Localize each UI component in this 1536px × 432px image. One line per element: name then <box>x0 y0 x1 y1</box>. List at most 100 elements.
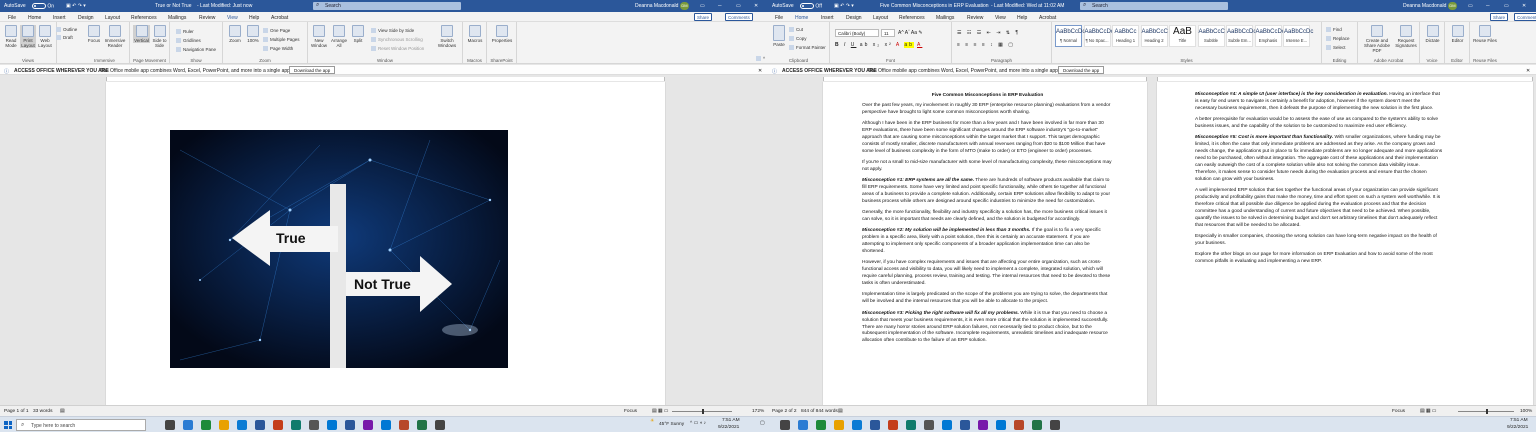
dictate-button[interactable]: Dictate <box>1423 25 1442 43</box>
save-icon[interactable]: ▣ ↶ ↷ ▾ <box>66 3 86 9</box>
share-button[interactable]: Share <box>694 13 713 21</box>
windows-start-icon[interactable] <box>4 421 12 429</box>
focus-button[interactable]: Focus <box>86 25 102 43</box>
true-not-true-image[interactable]: True Not True <box>170 130 508 368</box>
maximize-icon[interactable]: ▭ <box>1504 3 1509 9</box>
taskbar-app-icon[interactable] <box>906 420 916 430</box>
ruler-checkbox[interactable]: Ruler <box>176 29 194 34</box>
print-layout-button[interactable]: Print Layout <box>20 25 36 48</box>
style-8[interactable]: AaBbCcDc Intense E... <box>1283 25 1313 47</box>
style-7[interactable]: AaBbCcDc Emphasis <box>1254 25 1285 47</box>
vertical-button[interactable]: Vertical <box>133 25 150 43</box>
taskbar-app-icon[interactable] <box>978 420 988 430</box>
tab-layout[interactable]: Layout <box>105 15 120 21</box>
minimize-icon[interactable]: ─ <box>718 3 722 9</box>
zoom-level[interactable]: 100% <box>1520 409 1532 414</box>
style-3[interactable]: AaBbCcC Heading 2 <box>1140 25 1168 47</box>
copy-button[interactable]: Copy <box>789 36 807 41</box>
taskbar-app-icon[interactable] <box>435 420 445 430</box>
taskbar-app-icon[interactable] <box>345 420 355 430</box>
synchronous-scrolling-button[interactable]: Synchronous Scrolling <box>371 37 423 42</box>
maximize-icon[interactable]: ▭ <box>736 3 741 9</box>
avatar[interactable]: DM <box>1448 2 1457 10</box>
draft-button[interactable]: Draft <box>56 35 73 40</box>
tab-file[interactable]: File <box>775 15 783 21</box>
switch-windows-button[interactable]: Switch Windows <box>436 25 458 48</box>
tab-references[interactable]: References <box>899 15 925 21</box>
tab-acrobat[interactable]: Acrobat <box>1039 15 1056 21</box>
select-button[interactable]: Select <box>1326 45 1346 50</box>
document-page-2[interactable]: Misconception #4: A simple UI (user inte… <box>1157 82 1533 405</box>
taskbar-app-icon[interactable] <box>888 420 898 430</box>
taskbar-app-icon[interactable] <box>1032 420 1042 430</box>
properties-button[interactable]: Properties <box>490 25 514 43</box>
tab-help[interactable]: Help <box>1017 15 1027 21</box>
tab-insert[interactable]: Insert <box>821 15 834 21</box>
gridlines-checkbox[interactable]: Gridlines <box>176 38 201 43</box>
view-buttons[interactable]: ▤ ▦ ▭ <box>1420 409 1436 414</box>
navigation-pane-checkbox[interactable]: Navigation Pane <box>176 47 216 52</box>
view-buttons[interactable]: ▤ ▦ ▭ <box>652 409 668 414</box>
align-buttons[interactable]: ≡ ≡ ≡ ≡ ↕ ▦ ▢ <box>957 42 1015 48</box>
clock-date-left[interactable]: 9/22/2021 <box>718 425 739 430</box>
tab-references[interactable]: References <box>131 15 157 21</box>
style-5[interactable]: AaBbCcC Subtitle <box>1197 25 1225 47</box>
one-page-button[interactable]: One Page <box>263 28 290 33</box>
taskbar-app-icon[interactable] <box>219 420 229 430</box>
page-count[interactable]: Page 2 of 2 <box>772 409 797 414</box>
font-size-select[interactable]: 11 <box>881 29 895 37</box>
taskbar-app-icon[interactable] <box>309 420 319 430</box>
tab-home[interactable]: Home <box>28 15 41 21</box>
taskbar-app-icon[interactable] <box>1050 420 1060 430</box>
proofing-icon[interactable]: ▤ <box>838 409 843 414</box>
font-family-select[interactable]: Calibri (Body) <box>835 29 879 37</box>
tab-mailings[interactable]: Mailings <box>168 15 186 21</box>
reuse-files-button[interactable]: Reuse Files <box>1473 25 1497 43</box>
minimize-icon[interactable]: ─ <box>1486 3 1490 9</box>
proofing-icon[interactable]: ▤ <box>60 409 65 414</box>
tab-layout[interactable]: Layout <box>873 15 888 21</box>
view-side-by-side-button[interactable]: View Side by Side <box>371 28 414 33</box>
taskbar-app-icon[interactable] <box>960 420 970 430</box>
tab-insert[interactable]: Insert <box>53 15 66 21</box>
editor-button[interactable]: Editor <box>1448 25 1467 43</box>
weather-icon[interactable]: ☀ <box>650 419 654 424</box>
taskbar-app-icon[interactable] <box>996 420 1006 430</box>
weather-text[interactable]: 45°F Sunny <box>659 422 684 427</box>
tab-view[interactable]: View <box>995 15 1006 21</box>
document-canvas[interactable]: True Not True <box>0 82 768 405</box>
taskbar-app-icon[interactable] <box>942 420 952 430</box>
taskbar-app-icon[interactable] <box>852 420 862 430</box>
taskbar-app-icon[interactable] <box>363 420 373 430</box>
taskbar-app-icon[interactable] <box>924 420 934 430</box>
taskbar-app-icon[interactable] <box>237 420 247 430</box>
collapse-ribbon-icon[interactable]: ^ <box>756 56 765 61</box>
taskbar-app-icon[interactable] <box>1014 420 1024 430</box>
split-button[interactable]: Split <box>350 25 366 43</box>
clock-date-right[interactable]: 9/22/2021 <box>1507 425 1528 430</box>
ribbon-display-icon[interactable]: ▭ <box>1468 3 1473 9</box>
format-painter-button[interactable]: Format Painter <box>789 45 826 50</box>
focus-mode-button[interactable]: Focus <box>1392 409 1405 414</box>
outline-button[interactable]: Outline <box>56 27 77 32</box>
document-page-1[interactable]: Five Common Misconceptions in ERP Evalua… <box>823 82 1147 405</box>
autosave-toggle[interactable]: On <box>30 3 54 9</box>
word-count[interactable]: 33 words <box>33 409 52 414</box>
close-infobar-icon[interactable]: ✕ <box>1526 68 1530 74</box>
taskbar-app-icon[interactable] <box>798 420 808 430</box>
document-canvas[interactable]: Five Common Misconceptions in ERP Evalua… <box>768 82 1536 405</box>
taskbar-app-icon[interactable] <box>273 420 283 430</box>
macros-button[interactable]: Macros <box>466 25 484 43</box>
style-0[interactable]: AaBbCcDc ¶ Normal <box>1055 25 1085 47</box>
taskbar-app-icon[interactable] <box>291 420 301 430</box>
cut-button[interactable]: Cut <box>789 27 803 32</box>
tab-file[interactable]: File <box>8 15 16 21</box>
download-app-button[interactable]: Download the app <box>1058 66 1105 74</box>
font-size-buttons[interactable]: A^ Aˇ Aa ✎ <box>898 30 923 36</box>
find-button[interactable]: Find <box>1326 27 1342 32</box>
zoom-slider[interactable] <box>672 409 732 414</box>
autosave-toggle[interactable]: Off <box>798 3 822 9</box>
comments-button[interactable]: Comments <box>725 13 753 21</box>
taskbar-app-icon[interactable] <box>834 420 844 430</box>
taskbar-app-icon[interactable] <box>870 420 880 430</box>
